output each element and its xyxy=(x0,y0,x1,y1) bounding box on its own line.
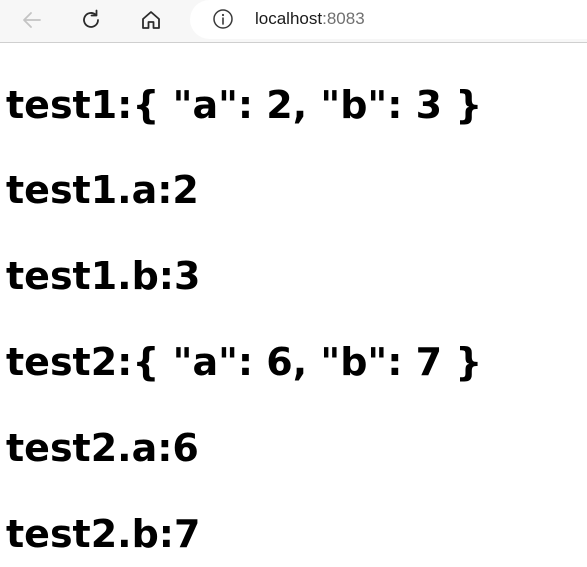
url-port: :8083 xyxy=(322,9,365,28)
back-button[interactable] xyxy=(16,5,48,35)
info-icon[interactable] xyxy=(212,8,234,30)
output-line-test2: test2:{ "a": 6, "b": 7 } xyxy=(6,340,483,384)
address-bar[interactable]: localhost:8083 xyxy=(190,0,587,39)
output-line-test2-b: test2.b:7 xyxy=(6,512,201,556)
home-icon xyxy=(142,11,160,29)
back-arrow-icon xyxy=(23,12,41,28)
reload-icon xyxy=(83,9,99,28)
output-line-test2-a: test2.a:6 xyxy=(6,426,199,470)
output-line-test1: test1:{ "a": 2, "b": 3 } xyxy=(6,83,483,127)
output-line-test1-a: test1.a:2 xyxy=(6,168,199,212)
url-host: localhost xyxy=(255,9,323,28)
home-button[interactable] xyxy=(135,5,167,35)
browser-toolbar: localhost:8083 xyxy=(0,0,587,43)
reload-button[interactable] xyxy=(75,5,107,35)
url-text[interactable]: localhost:8083 xyxy=(255,9,365,29)
output-line-test1-b: test1.b:3 xyxy=(6,254,201,298)
